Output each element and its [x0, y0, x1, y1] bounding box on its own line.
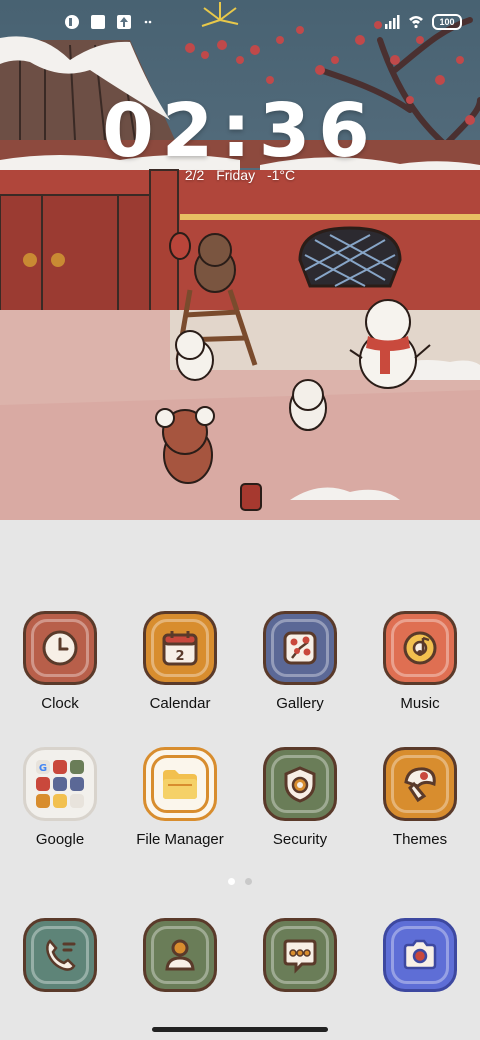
- app-folder-google[interactable]: G Google: [0, 747, 120, 848]
- app-label: Calendar: [149, 695, 211, 712]
- square-notification-icon: [91, 15, 105, 29]
- app-calendar[interactable]: 2 Calendar: [120, 611, 240, 712]
- app-label: Clock: [41, 695, 79, 712]
- date-text: 2/2: [184, 167, 205, 183]
- dock-camera[interactable]: [360, 918, 480, 992]
- page-dot: [245, 878, 252, 885]
- winter-courtyard-illustration: [0, 2, 480, 520]
- dock-contacts[interactable]: [120, 918, 240, 992]
- app-music[interactable]: Music: [360, 611, 480, 712]
- app-security[interactable]: Security: [240, 747, 360, 848]
- contacts-icon: [143, 918, 217, 992]
- phone-icon: [23, 918, 97, 992]
- home-gesture-bar[interactable]: [152, 1027, 328, 1032]
- dock-phone[interactable]: [0, 918, 120, 992]
- clock-widget-time[interactable]: 02:36: [0, 88, 480, 174]
- svg-text:G: G: [39, 763, 47, 774]
- calendar-day: 2: [175, 649, 184, 664]
- page-dot-active: [228, 878, 235, 885]
- app-row-2: G Google File Manager Security Themes: [0, 747, 480, 848]
- battery-level: 100: [439, 17, 455, 27]
- app-label: Themes: [392, 831, 448, 848]
- mushroom-icon: [383, 747, 457, 821]
- app-file-manager[interactable]: File Manager: [120, 747, 240, 848]
- wifi-icon: [409, 16, 423, 29]
- app-clock[interactable]: Clock: [0, 611, 120, 712]
- app-label: Google: [35, 831, 85, 848]
- gallery-icon: [263, 611, 337, 685]
- app-notification-icon: [65, 15, 79, 29]
- dock-messages[interactable]: [240, 918, 360, 992]
- wallpaper-scene: [0, 0, 480, 520]
- weekday-text: Friday: [216, 167, 256, 183]
- more-dots-icon: [144, 20, 152, 24]
- app-label: Music: [400, 695, 440, 712]
- upload-icon: [117, 15, 131, 29]
- app-label: Security: [272, 831, 328, 848]
- calendar-icon: 2: [143, 611, 217, 685]
- google-folder-icon: G: [23, 747, 97, 821]
- signal-icon: [385, 15, 400, 29]
- page-indicator[interactable]: [0, 878, 480, 885]
- temperature-text: -1°C: [266, 167, 296, 183]
- shield-icon: [263, 747, 337, 821]
- battery-icon: 100: [432, 14, 462, 30]
- app-label: File Manager: [136, 831, 224, 848]
- clock-icon: [23, 611, 97, 685]
- dock: [0, 918, 480, 992]
- camera-icon: [383, 918, 457, 992]
- status-bar: 100: [0, 0, 480, 56]
- app-themes[interactable]: Themes: [360, 747, 480, 848]
- status-system: 100: [384, 14, 462, 30]
- music-icon: [383, 611, 457, 685]
- folder-icon: [143, 747, 217, 821]
- messages-icon: [263, 918, 337, 992]
- app-label: Gallery: [276, 695, 324, 712]
- app-row-1: Clock 2 Calendar Gallery Music: [0, 611, 480, 712]
- clock-widget-date[interactable]: 2/2 Friday -1°C: [0, 167, 480, 183]
- status-notifications: [64, 14, 158, 30]
- app-gallery[interactable]: Gallery: [240, 611, 360, 712]
